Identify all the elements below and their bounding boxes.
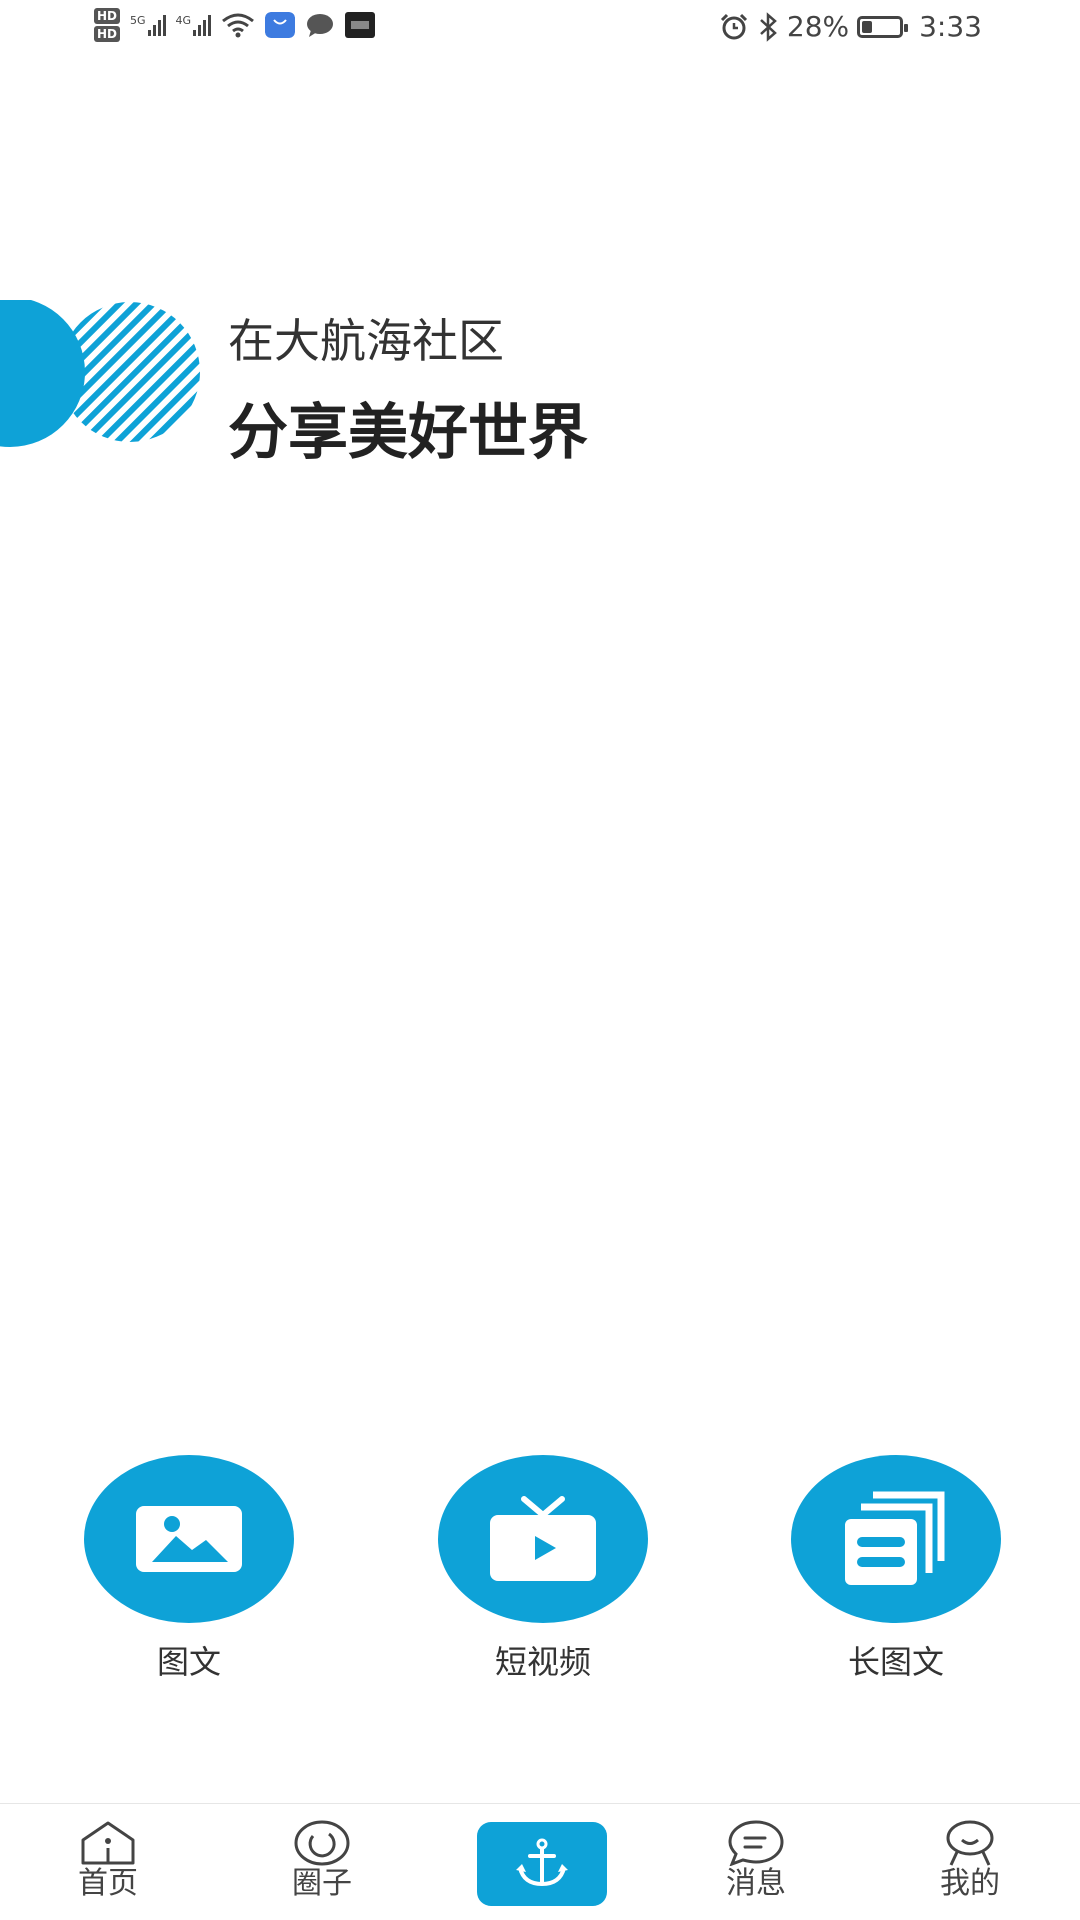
tab-messages[interactable]: 消息 <box>696 1814 816 1902</box>
publish-long-article-button[interactable]: 长图文 <box>791 1455 1001 1683</box>
tab-label: 圈子 <box>292 1866 352 1901</box>
hd-badge: HD <box>94 26 121 42</box>
tab-icon-wrap <box>48 1814 168 1866</box>
app-store-icon <box>265 12 296 38</box>
profile-icon <box>946 1820 994 1866</box>
tab-profile[interactable]: 我的 <box>910 1814 1030 1902</box>
battery-percent: 28% <box>786 10 850 43</box>
hero-subtitle: 在大航海社区 <box>228 314 504 368</box>
publish-option-circle[interactable] <box>438 1455 648 1623</box>
signal-5g: 5G <box>130 14 166 36</box>
tab-circle[interactable]: 圈子 <box>262 1814 382 1902</box>
image-icon <box>136 1506 242 1572</box>
anchor-icon <box>516 1838 568 1887</box>
tv-play-icon <box>490 1496 596 1581</box>
bottom-tab-bar: 首页 圈子 消息 我的 <box>0 1803 1080 1920</box>
status-right: 28% 3:33 <box>719 10 982 43</box>
publish-image-text-button[interactable]: 图文 <box>84 1455 294 1683</box>
hd-badge: HD <box>94 8 121 24</box>
hero-decoration-icon <box>0 300 200 447</box>
publish-option-label: 短视频 <box>494 1643 591 1681</box>
bluetooth-icon <box>760 11 777 42</box>
publish-option-label: 图文 <box>156 1643 221 1681</box>
circle-icon <box>294 1820 350 1866</box>
publish-option-label: 长图文 <box>847 1643 944 1681</box>
tab-home[interactable]: 首页 <box>48 1814 168 1902</box>
hd-indicators: HD HD <box>94 8 121 42</box>
home-icon <box>81 1821 135 1865</box>
battery-icon <box>857 15 909 38</box>
hero-title: 分享美好世界 <box>228 398 588 468</box>
clock-time: 3:33 <box>919 10 982 43</box>
long-article-icon <box>845 1491 945 1585</box>
publish-option-circle[interactable] <box>84 1455 294 1623</box>
publish-anchor-button[interactable] <box>477 1822 607 1906</box>
tab-label: 首页 <box>78 1866 138 1901</box>
signal-bars-icon <box>193 14 212 36</box>
alarm-icon <box>720 13 747 39</box>
tab-label: 消息 <box>726 1866 786 1901</box>
publish-short-video-button[interactable]: 短视频 <box>438 1455 648 1683</box>
battery-fill <box>862 20 873 33</box>
tab-label: 我的 <box>940 1866 1000 1901</box>
signal-bars-icon <box>147 14 166 36</box>
soul-app-icon <box>345 12 376 38</box>
tab-icon-wrap <box>910 1814 1030 1866</box>
tab-icon-wrap <box>262 1814 382 1866</box>
chat-bubble-icon <box>307 14 334 37</box>
wifi-icon <box>222 13 255 38</box>
message-icon <box>728 1820 784 1866</box>
status-bar: HD HD 5G 4G 28% 3:33 <box>0 0 1080 60</box>
publish-option-circle[interactable] <box>791 1455 1001 1623</box>
network-type-label: 4G <box>175 14 192 27</box>
signal-4g: 4G <box>176 14 212 36</box>
publish-screen: HD HD 5G 4G 28% 3:33 在大航海社区 分享美好世界 图文 短视… <box>0 0 1080 1920</box>
network-type-label: 5G <box>130 14 146 27</box>
tab-icon-wrap <box>696 1814 816 1866</box>
status-left: HD HD 5G 4G <box>94 8 376 42</box>
